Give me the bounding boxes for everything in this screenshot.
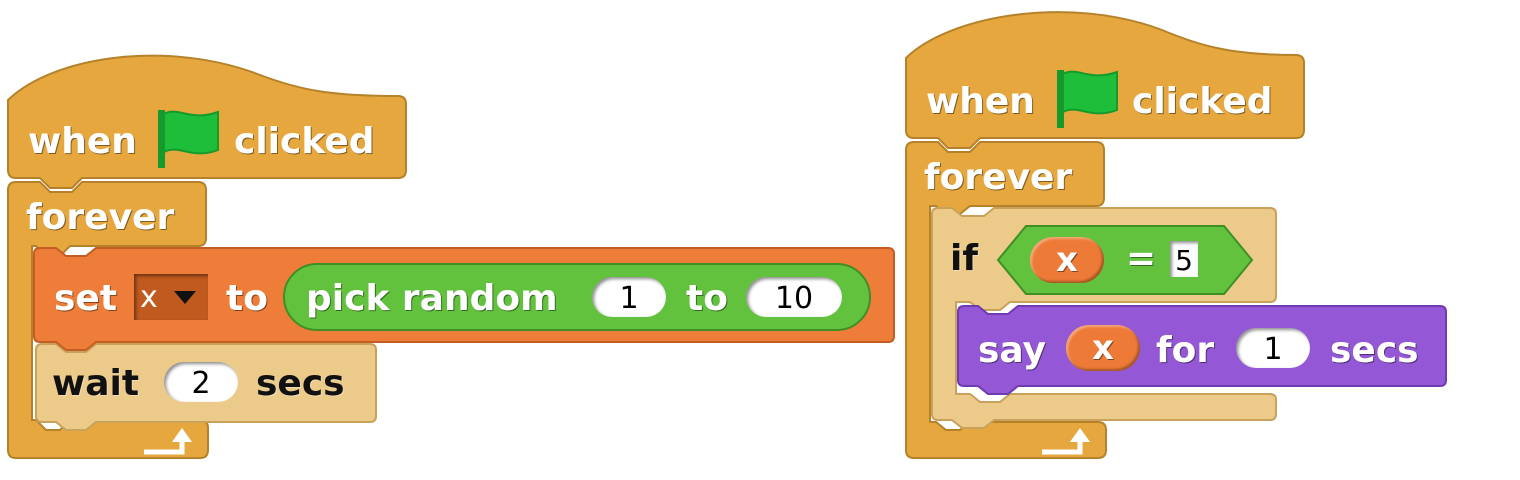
- forever-label: forever: [924, 157, 1073, 198]
- dropdown-arrow-icon[interactable]: [174, 291, 196, 304]
- variable-x-reporter[interactable]: x: [1066, 325, 1140, 371]
- say-label: say: [978, 330, 1047, 371]
- variable-dropdown[interactable]: x: [134, 274, 208, 320]
- hat-when-label: when: [28, 121, 137, 162]
- if-label: if: [950, 238, 979, 279]
- wait-secs-label: secs: [256, 363, 345, 404]
- script-1-shapes: [7, 54, 895, 459]
- wait-label: wait: [52, 363, 140, 404]
- pick-random-to-input[interactable]: 10: [746, 277, 842, 317]
- variable-x-reporter[interactable]: x: [1030, 237, 1104, 283]
- variable-dropdown-value: x: [140, 280, 158, 315]
- hat-clicked-label: clicked: [1132, 81, 1273, 122]
- pick-random-to-label: to: [686, 278, 728, 319]
- set-label: set: [54, 278, 118, 319]
- wait-seconds-input[interactable]: 2: [164, 362, 238, 402]
- hat-when-label: when: [926, 81, 1035, 122]
- say-for-label: for: [1156, 330, 1215, 371]
- equals-operator-label: =: [1126, 238, 1157, 279]
- equals-right-input[interactable]: 5: [1170, 241, 1198, 277]
- pick-random-from-input[interactable]: 1: [592, 277, 666, 317]
- hat-clicked-label: clicked: [234, 121, 375, 162]
- say-secs-label: secs: [1330, 330, 1419, 371]
- say-seconds-input[interactable]: 1: [1236, 328, 1310, 368]
- script-2-shapes: [905, 11, 1447, 459]
- script-1[interactable]: when clicked forever set x to pick rando…: [0, 0, 900, 480]
- forever-label: forever: [26, 197, 175, 238]
- set-to-label: to: [226, 278, 268, 319]
- pick-random-label: pick random: [306, 278, 558, 319]
- script-2[interactable]: when clicked forever if x = 5 say x for …: [900, 0, 1460, 480]
